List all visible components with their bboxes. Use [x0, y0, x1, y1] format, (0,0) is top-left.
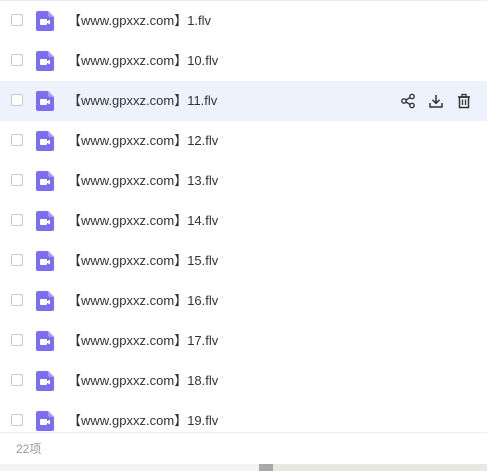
file-row[interactable]: 【www.gpxxz.com】17.flv [0, 321, 487, 361]
row-checkbox[interactable] [11, 214, 23, 226]
file-row[interactable]: 【www.gpxxz.com】10.flv [0, 41, 487, 81]
download-icon[interactable] [427, 92, 445, 110]
video-file-icon [36, 91, 54, 111]
video-file-icon [36, 371, 54, 391]
row-checkbox[interactable] [11, 134, 23, 146]
video-file-icon [36, 51, 54, 71]
file-row[interactable]: 【www.gpxxz.com】13.flv [0, 161, 487, 201]
row-checkbox[interactable] [11, 254, 23, 266]
row-actions [399, 91, 473, 111]
scrollbar-track[interactable] [273, 464, 487, 471]
row-checkbox[interactable] [11, 334, 23, 346]
file-row[interactable]: 【www.gpxxz.com】16.flv [0, 281, 487, 321]
video-file-icon [36, 291, 54, 311]
list-footer: 22项 [0, 432, 487, 464]
file-row[interactable]: 【www.gpxxz.com】19.flv [0, 401, 487, 432]
file-list[interactable]: 【www.gpxxz.com】1.flv 【www.gpxxz.com】10.fl… [0, 0, 487, 432]
row-checkbox[interactable] [11, 54, 23, 66]
video-file-icon [36, 171, 54, 191]
file-row[interactable]: 【www.gpxxz.com】14.flv [0, 201, 487, 241]
row-checkbox[interactable] [11, 374, 23, 386]
file-list-panel: 【www.gpxxz.com】1.flv 【www.gpxxz.com】10.fl… [0, 0, 487, 471]
trash-icon[interactable] [455, 92, 473, 110]
row-checkbox[interactable] [11, 94, 23, 106]
file-row[interactable]: 【www.gpxxz.com】11.flv [0, 81, 487, 121]
file-name[interactable]: 【www.gpxxz.com】1.flv [68, 11, 211, 31]
file-name[interactable]: 【www.gpxxz.com】17.flv [68, 331, 218, 351]
file-name[interactable]: 【www.gpxxz.com】15.flv [68, 251, 218, 271]
file-name[interactable]: 【www.gpxxz.com】13.flv [68, 171, 218, 191]
file-row[interactable]: 【www.gpxxz.com】1.flv [0, 1, 487, 41]
file-row[interactable]: 【www.gpxxz.com】12.flv [0, 121, 487, 161]
video-file-icon [36, 331, 54, 351]
scrollbar-thumb[interactable] [259, 464, 273, 471]
video-file-icon [36, 131, 54, 151]
row-checkbox[interactable] [11, 14, 23, 26]
share-icon[interactable] [399, 92, 417, 110]
file-row[interactable]: 【www.gpxxz.com】18.flv [0, 361, 487, 401]
file-name[interactable]: 【www.gpxxz.com】19.flv [68, 411, 218, 431]
video-file-icon [36, 11, 54, 31]
file-name[interactable]: 【www.gpxxz.com】16.flv [68, 291, 218, 311]
file-name[interactable]: 【www.gpxxz.com】11.flv [68, 91, 217, 111]
item-count: 22项 [16, 442, 42, 456]
row-checkbox[interactable] [11, 174, 23, 186]
video-file-icon [36, 211, 54, 231]
file-name[interactable]: 【www.gpxxz.com】12.flv [68, 131, 218, 151]
file-name[interactable]: 【www.gpxxz.com】14.flv [68, 211, 218, 231]
row-checkbox[interactable] [11, 294, 23, 306]
video-file-icon [36, 411, 54, 431]
video-file-icon [36, 251, 54, 271]
row-checkbox[interactable] [11, 414, 23, 426]
file-name[interactable]: 【www.gpxxz.com】18.flv [68, 371, 218, 391]
file-name[interactable]: 【www.gpxxz.com】10.flv [68, 51, 218, 71]
bottom-scroll-strip [0, 464, 487, 471]
file-row[interactable]: 【www.gpxxz.com】15.flv [0, 241, 487, 281]
